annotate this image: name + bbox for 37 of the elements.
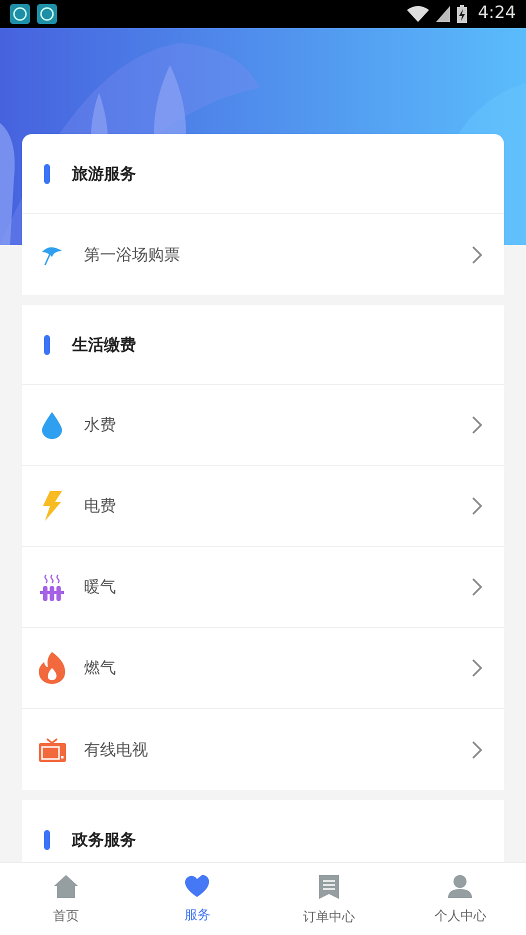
heart-icon	[185, 875, 210, 897]
section-title: 旅游服务	[72, 162, 136, 184]
service-item[interactable]: 暖气	[22, 547, 504, 628]
section-marker	[44, 334, 50, 354]
chevron-right-icon	[472, 497, 482, 515]
section-title: 生活缴费	[72, 334, 136, 356]
tab-item[interactable]: 服务	[132, 863, 263, 935]
service-item[interactable]: 电费	[22, 466, 504, 547]
chevron-right-icon	[472, 740, 482, 758]
tab-item[interactable]: 订单中心	[263, 863, 394, 935]
status-time: 4:24	[478, 2, 516, 26]
lightning-icon	[42, 491, 62, 521]
battery-icon	[456, 5, 467, 23]
person-icon	[448, 875, 472, 898]
section-marker	[44, 164, 50, 184]
radiator-icon	[40, 574, 64, 600]
tv-icon	[38, 738, 66, 762]
section-marker	[44, 830, 50, 850]
chevron-right-icon	[472, 578, 482, 596]
tab-item[interactable]: 首页	[0, 863, 132, 935]
app-icon	[10, 4, 30, 24]
chevron-right-icon	[472, 416, 482, 434]
wifi-icon	[406, 6, 429, 22]
chevron-right-icon	[472, 246, 482, 264]
service-item[interactable]: 有线电视	[22, 709, 504, 790]
signal-icon	[436, 6, 450, 22]
service-item[interactable]: 燃气	[22, 628, 504, 709]
tab-item[interactable]: 个人中心	[394, 863, 526, 935]
document-icon	[318, 875, 339, 899]
section-title: 政务服务	[72, 828, 136, 850]
chevron-right-icon	[472, 659, 482, 677]
service-item[interactable]: 第一浴场购票	[22, 214, 504, 295]
service-item[interactable]: 水费	[22, 385, 504, 466]
home-icon	[54, 875, 78, 898]
flame-icon	[38, 652, 66, 684]
water-drop-icon	[42, 412, 62, 438]
app-icon	[37, 4, 57, 24]
